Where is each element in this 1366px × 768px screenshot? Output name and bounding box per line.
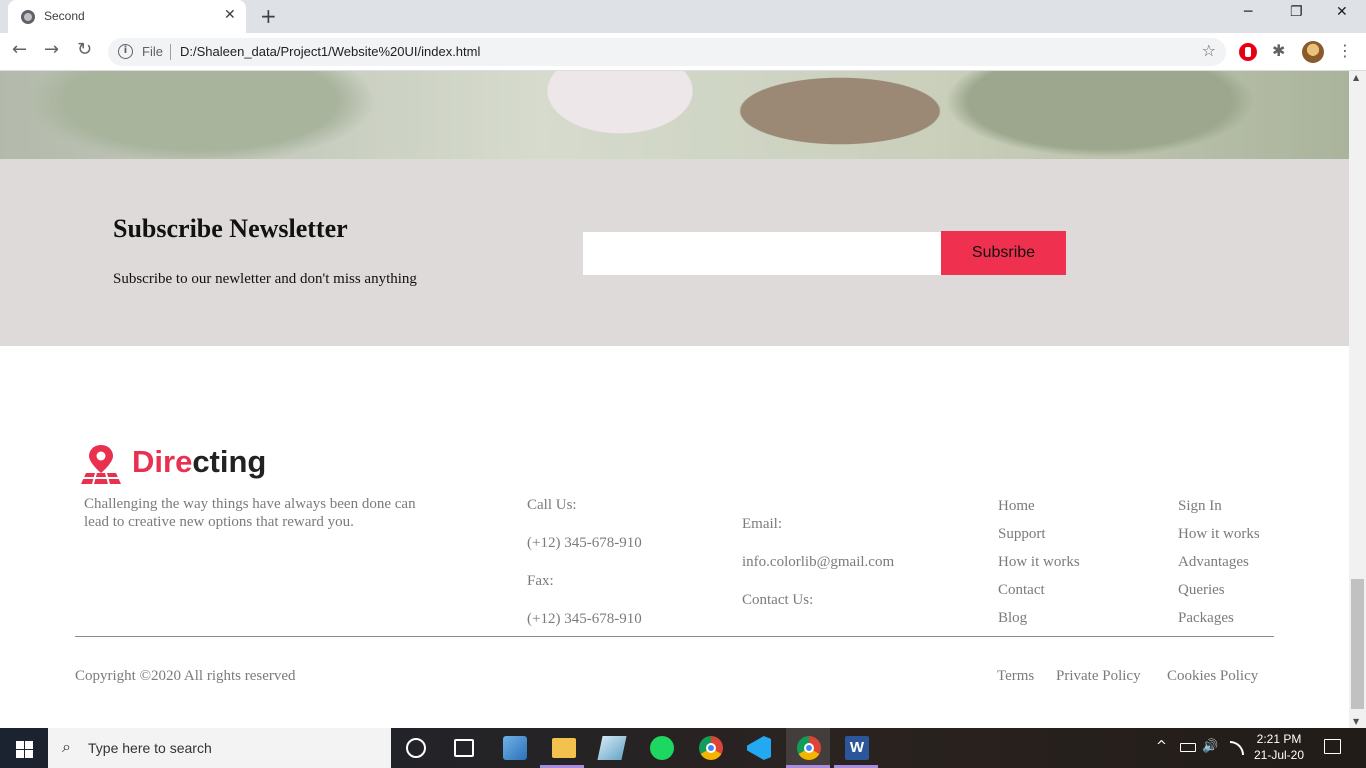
contact-us-label: Contact Us:	[742, 592, 814, 608]
scroll-down-arrow-icon[interactable]: ▼	[1353, 717, 1359, 726]
footer-link-support[interactable]: Support	[998, 526, 1046, 543]
footer-link-sign-in[interactable]: Sign In	[1178, 498, 1222, 515]
chrome-active-icon[interactable]	[797, 736, 821, 760]
brand-accent: Dire	[132, 444, 193, 479]
legal-link-privacy[interactable]: Private Policy	[1056, 668, 1141, 685]
tab-strip: Second ✕ + ─ ❐ ✕	[0, 0, 1366, 33]
clock-time: 2:21 PM	[1256, 732, 1302, 746]
file-explorer-icon[interactable]	[552, 738, 576, 758]
taskbar-clock[interactable]: 2:21 PM 21-Jul-20	[1248, 731, 1310, 763]
search-icon: ⌕	[62, 737, 71, 756]
chrome-icon[interactable]	[699, 736, 723, 760]
footer-link-blog[interactable]: Blog	[998, 610, 1027, 627]
new-tab-button[interactable]: +	[260, 4, 277, 28]
copyright-text: Copyright ©2020 All rights reserved	[75, 668, 296, 684]
word-icon[interactable]: W	[845, 736, 869, 760]
footer-link-packages[interactable]: Packages	[1178, 610, 1234, 627]
scroll-thumb[interactable]	[1351, 579, 1364, 709]
site-footer: Directing Challenging the way things hav…	[0, 346, 1349, 728]
vscode-icon[interactable]	[747, 736, 771, 760]
scroll-up-arrow-icon[interactable]: ▲	[1353, 73, 1359, 82]
brand-logo[interactable]: Directing	[132, 444, 266, 480]
battery-icon[interactable]	[1180, 743, 1196, 752]
extensions-puzzle-icon[interactable]: ✱	[1272, 41, 1285, 60]
back-button[interactable]: ←	[12, 39, 27, 60]
reload-button[interactable]: ↻	[77, 39, 92, 60]
map-pin-logo-icon	[81, 445, 121, 485]
notification-center-icon[interactable]	[1324, 739, 1341, 754]
hero-image	[0, 71, 1349, 159]
newsletter-title: Subscribe Newsletter	[113, 214, 348, 243]
browser-menu-icon[interactable]: ⋮	[1337, 41, 1353, 60]
tab-title: Second	[44, 9, 85, 23]
task-view-icon[interactable]	[454, 739, 474, 757]
laptop-app-icon[interactable]	[503, 736, 527, 760]
forward-button[interactable]: →	[44, 39, 59, 60]
adblock-extension-icon[interactable]	[1239, 43, 1257, 61]
brand-dark: cting	[192, 444, 267, 479]
globe-icon	[21, 10, 35, 24]
browser-toolbar: ← → ↻ i File D:/Shaleen_data/Project1/We…	[0, 33, 1366, 71]
newsletter-section: Subscribe Newsletter Subscribe to our ne…	[0, 159, 1349, 346]
taskbar-search-placeholder: Type here to search	[88, 740, 212, 756]
tray-chevron-icon[interactable]: ^	[1156, 739, 1167, 754]
wifi-icon[interactable]	[1230, 741, 1244, 755]
restore-button[interactable]: ❐	[1290, 4, 1303, 20]
profile-avatar[interactable]	[1302, 41, 1324, 63]
window-close-button[interactable]: ✕	[1336, 4, 1348, 20]
clock-date: 21-Jul-20	[1253, 748, 1305, 762]
footer-link-how-it-works-2[interactable]: How it works	[1178, 526, 1260, 543]
url-text[interactable]: D:/Shaleen_data/Project1/Website%20UI/in…	[180, 44, 480, 59]
footer-link-contact[interactable]: Contact	[998, 582, 1045, 599]
footer-link-queries[interactable]: Queries	[1178, 582, 1225, 599]
footer-tagline: Challenging the way things have always b…	[84, 496, 416, 530]
info-icon[interactable]: i	[118, 44, 133, 59]
newsletter-email-input[interactable]	[583, 232, 941, 275]
address-separator	[170, 44, 171, 60]
footer-link-how-it-works[interactable]: How it works	[998, 554, 1080, 571]
cortana-icon[interactable]	[406, 738, 426, 758]
legal-link-terms[interactable]: Terms	[997, 668, 1034, 685]
fax-label: Fax:	[527, 573, 554, 589]
subscribe-button[interactable]: Subsribe	[941, 231, 1066, 275]
volume-icon[interactable]: 🔊	[1202, 739, 1218, 754]
email-label: Email:	[742, 516, 782, 532]
newsletter-subtitle: Subscribe to our newletter and don't mis…	[113, 271, 417, 287]
browser-tab[interactable]: Second ✕	[8, 0, 246, 33]
email-address[interactable]: info.colorlib@gmail.com	[742, 554, 894, 571]
tab-close-icon[interactable]: ✕	[224, 7, 236, 23]
footer-link-advantages[interactable]: Advantages	[1178, 554, 1249, 571]
address-bar[interactable]: i File D:/Shaleen_data/Project1/Website%…	[108, 38, 1226, 66]
windows-taskbar: ⌕ Type here to search W ^ 🔊 2:21 PM 21-J…	[0, 728, 1366, 768]
taskbar-search-box[interactable]: ⌕ Type here to search	[48, 728, 391, 768]
windows-start-icon[interactable]	[0, 728, 48, 768]
call-us-label: Call Us:	[527, 497, 577, 513]
notes-app-icon[interactable]	[597, 736, 627, 760]
footer-divider	[75, 636, 1274, 637]
scheme-label: File	[142, 44, 163, 59]
fax-number: (+12) 345-678-910	[527, 611, 642, 627]
page-scrollbar[interactable]: ▲ ▼	[1349, 71, 1366, 728]
footer-link-home[interactable]: Home	[998, 498, 1035, 515]
minimize-button[interactable]: ─	[1244, 4, 1252, 20]
page-viewport: Subscribe Newsletter Subscribe to our ne…	[0, 71, 1349, 728]
call-phone[interactable]: (+12) 345-678-910	[527, 535, 642, 552]
spotify-icon[interactable]	[650, 736, 674, 760]
bookmark-star-icon[interactable]: ☆	[1202, 41, 1216, 60]
legal-link-cookies[interactable]: Cookies Policy	[1167, 668, 1258, 685]
